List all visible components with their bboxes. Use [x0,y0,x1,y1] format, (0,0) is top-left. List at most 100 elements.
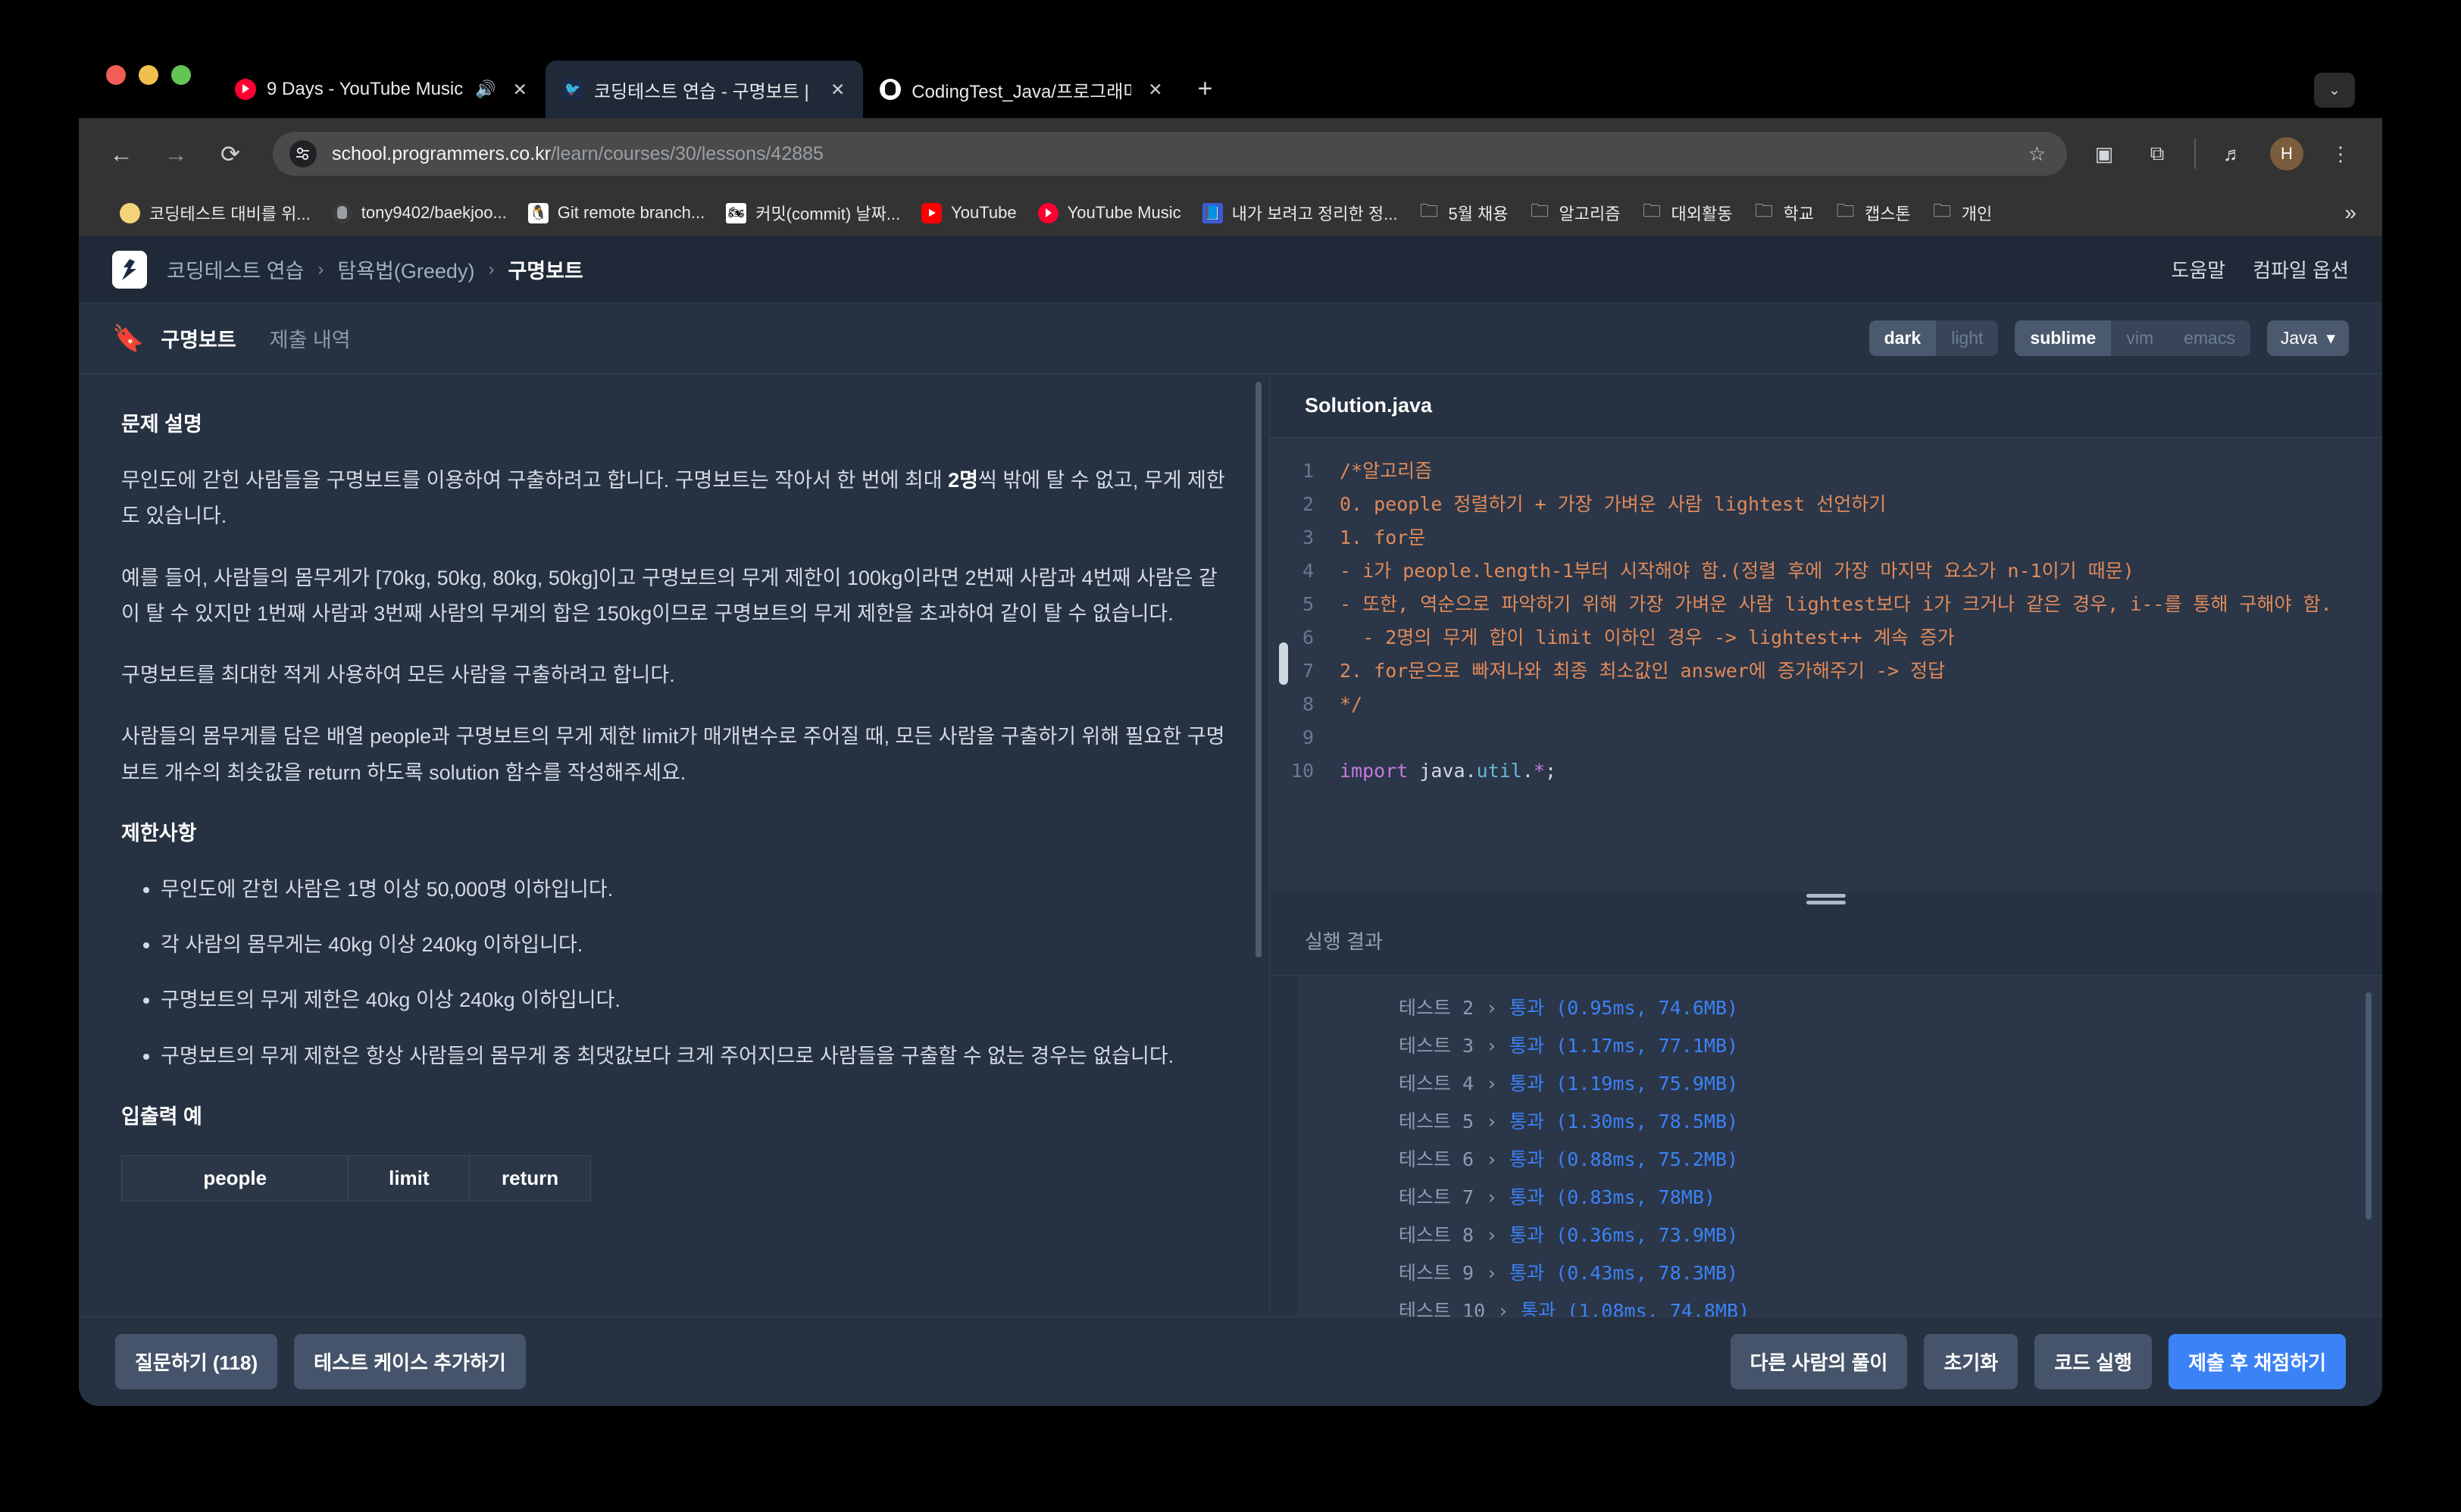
bookmark-item[interactable]: YouTube Music [1027,198,1192,228]
bookmarks-overflow-icon[interactable]: » [2344,201,2356,225]
url-domain: school.programmers.co.kr [332,142,551,164]
bookmark-item[interactable]: 내가 보려고 정리한 정... [1192,196,1409,230]
constraints-list: 무인도에 갇힌 사람은 1명 이상 50,000명 이하입니다. 각 사람의 몸… [121,872,1227,1074]
tab-audio-icon[interactable]: 🔊 [475,80,496,99]
io-example-table: people limit return [120,1154,591,1201]
problem-scrollbar[interactable] [1256,382,1262,957]
bookmark-item[interactable]: YouTube [911,198,1027,228]
programmers-page: 코딩테스트 연습 › 탐욕법(Greedy) › 구명보트 도움말 컴파일 옵션… [79,236,2382,1406]
bookmark-folder[interactable]: 🗀 개인 [1922,196,2003,230]
language-select-value: Java [2280,328,2318,348]
submit-button[interactable]: 제출 후 채점하기 [2169,1334,2346,1389]
tab-search-chevron-icon[interactable]: ⌄ [2314,73,2355,108]
breadcrumb-item-category[interactable]: 탐욕법(Greedy) [337,255,474,284]
bookmark-folder[interactable]: 🗀 대외활동 [1631,196,1743,230]
browser-tab-youtube-music[interactable]: 9 Days - YouTube Music 🔊 ✕ [218,61,546,118]
tab-close-icon[interactable]: ✕ [1142,80,1168,98]
bookmark-item[interactable]: Git remote branch... [518,198,715,228]
reload-button[interactable]: ⟳ [214,142,247,166]
browser-tab-programmers[interactable]: 코딩테스트 연습 - 구명보트 | 프로그 ✕ [545,61,864,118]
chrome-menu-icon[interactable]: ⋮ [2325,142,2356,166]
avatar[interactable]: H [2270,137,2303,170]
splitter-grip-icon [1806,891,1846,908]
new-tab-button[interactable]: + [1181,76,1230,118]
reset-button[interactable]: 초기화 [1924,1334,2019,1389]
youtube-music-icon [1037,202,1059,223]
folder-icon: 🗀 [1933,200,1952,221]
ask-question-button[interactable]: 질문하기 (118) [115,1334,278,1389]
site-settings-icon[interactable] [289,140,317,167]
minimize-window-button[interactable] [139,65,158,85]
compile-options-link[interactable]: 컴파일 옵션 [2253,255,2349,283]
sidepanel-icon[interactable]: ▣ [2088,142,2120,166]
bookmark-folder[interactable]: 🗀 학교 [1743,196,1824,230]
code-line: 9 [1270,721,2382,754]
language-select[interactable]: Java ▾ [2266,320,2349,356]
close-window-button[interactable] [106,65,126,85]
list-item: 테스트 7 › 통과 (0.83ms, 78MB) [1270,1179,2382,1217]
puzzle-icon[interactable]: ⧉ [2141,142,2173,166]
code-line: 1 /*알고리즘 [1270,455,2382,488]
address-bar[interactable]: school.programmers.co.kr/learn/courses/3… [273,132,2067,176]
bookmark-folder[interactable]: 🗀 5월 채용 [1408,196,1518,230]
keymap-option-emacs[interactable]: emacs [2169,320,2250,356]
line-content: - 2명의 무게 합이 limit 이하인 경우 -> lightest++ 계… [1340,626,1955,648]
breadcrumb: 코딩테스트 연습 › 탐욕법(Greedy) › 구명보트 [167,255,583,284]
bookmark-item[interactable]: 코딩테스트 대비를 위... [109,196,321,230]
reading-list-icon[interactable]: ♬ [2217,142,2249,166]
list-item: 테스트 10 › 통과 (1.08ms, 74.8MB) [1270,1292,2382,1317]
bookmark-star-icon[interactable]: ☆ [2028,142,2050,166]
bookmark-item[interactable]: tony9402/baekjoo... [321,198,518,228]
test-result: 통과 (1.17ms, 77.1MB) [1509,1035,1739,1057]
tab-close-icon[interactable]: ✕ [824,80,851,98]
programmers-logo-icon[interactable] [112,250,147,289]
folder-icon: 🗀 [1754,200,1773,221]
theme-option-dark[interactable]: dark [1868,320,1937,356]
table-header-limit: limit [348,1154,471,1201]
folder-icon: 🗀 [1419,200,1438,221]
other-solutions-button[interactable]: 다른 사람의 풀이 [1730,1334,1908,1389]
chevron-right-icon: › [1486,1262,1498,1284]
bookmark-item[interactable]: 커밋(commit) 날짜... [715,196,911,230]
tab-submissions[interactable]: 제출 내역 [270,323,351,353]
forward-button[interactable]: → [159,142,192,166]
theme-option-light[interactable]: light [1936,320,1999,356]
chevron-right-icon: › [1486,1073,1498,1095]
bookmark-label: 알고리즘 [1559,205,1621,223]
bookmark-folder[interactable]: 🗀 캡스톤 [1825,196,1922,230]
code-editor[interactable]: 1 /*알고리즘 2 0. people 정렬하기 + 가장 가벼운 사람 ligh… [1270,438,2382,892]
chevron-right-icon: › [1497,1300,1509,1317]
help-link[interactable]: 도움말 [2171,255,2225,283]
browser-window: 9 Days - YouTube Music 🔊 ✕ 코딩테스트 연습 - 구명… [79,52,2382,1406]
folder-icon: 🗀 [1643,200,1662,221]
run-code-button[interactable]: 코드 실행 [2034,1334,2153,1389]
keymap-option-vim[interactable]: vim [2111,320,2169,356]
bookmark-folder[interactable]: 🗀 알고리즘 [1519,196,1631,230]
breadcrumb-item-course[interactable]: 코딩테스트 연습 [167,255,304,284]
list-item: 구명보트의 무게 제한은 항상 사람들의 몸무게 중 최댓값보다 크게 주어지므… [161,1039,1227,1074]
action-bar-right: 다른 사람의 풀이 초기화 코드 실행 제출 후 채점하기 [1730,1334,2346,1389]
tab-problem[interactable]: 구명보트 [161,323,236,353]
keymap-option-sublime[interactable]: sublime [2015,320,2112,356]
chevron-right-icon: › [1486,997,1498,1019]
results-scrollbar[interactable] [2366,992,2372,1220]
add-test-case-button[interactable]: 테스트 케이스 추가하기 [294,1334,526,1389]
line-number: 1 [1302,460,1314,482]
commit-icon [726,202,747,223]
code-line: 5 - 또한, 역순으로 파악하기 위해 가장 가벼운 사람 lightest보다… [1270,588,2382,621]
bookmark-icon[interactable]: 🔖 [112,326,144,351]
test-name: 테스트 4 [1399,1073,1474,1095]
io-example-title: 입출력 예 [121,1104,202,1128]
list-item: 테스트 8 › 통과 (0.36ms, 73.9MB) [1270,1217,2382,1254]
maximize-window-button[interactable] [171,65,191,85]
results-panel: 테스트 2 › 통과 (0.95ms, 74.6MB) 테스트 3 › 통과 (1.17… [1270,976,2382,1317]
back-button[interactable]: ← [105,142,138,166]
panel-splitter[interactable] [1270,892,2382,906]
tab-close-icon[interactable]: ✕ [507,80,533,98]
test-result: 통과 (0.95ms, 74.6MB) [1509,997,1739,1019]
workspace: 문제 설명 무인도에 갇힌 사람들을 구명보트를 이용하여 구출하려고 합니다.… [79,374,2382,1317]
editor-drag-handle[interactable] [1279,642,1288,685]
browser-tab-github[interactable]: CodingTest_Java/프로그래머스/ ✕ [863,61,1180,118]
bookmark-label: YouTube [951,203,1017,222]
editor-settings: dark light sublime vim emacs Java ▾ [1868,320,2349,356]
